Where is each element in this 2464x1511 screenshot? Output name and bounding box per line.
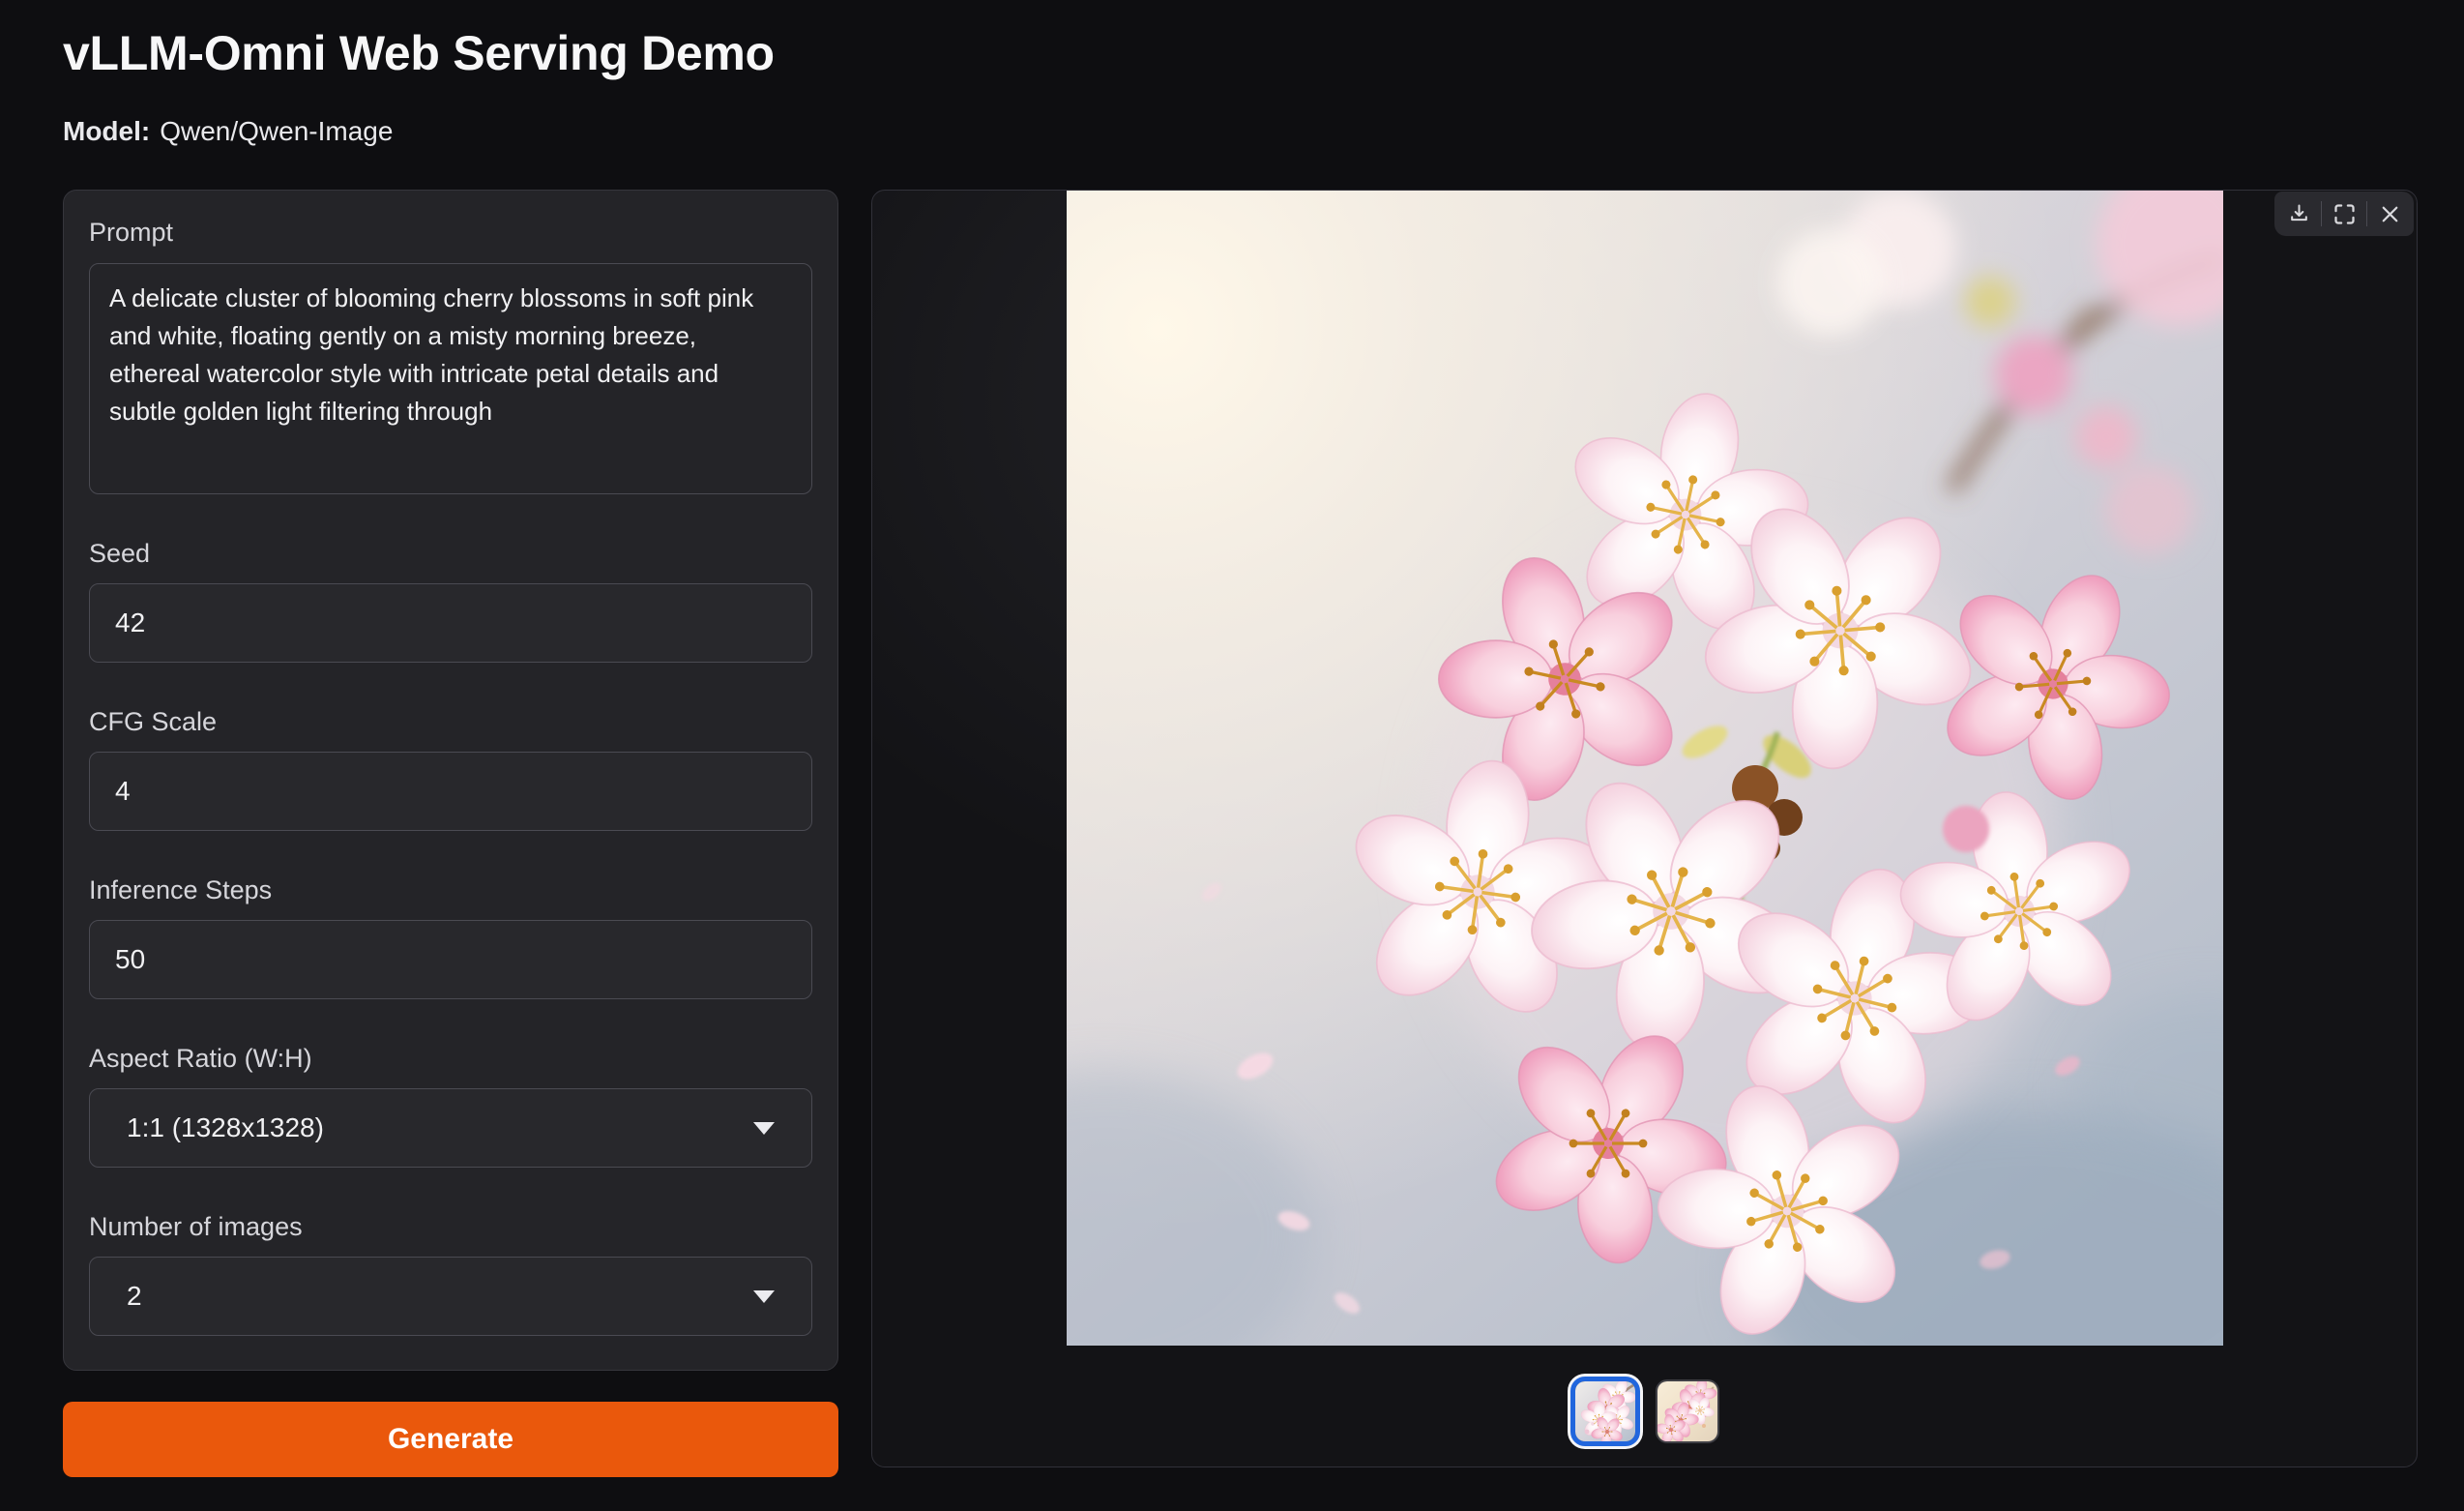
model-label: Model: xyxy=(63,116,150,146)
seed-input[interactable] xyxy=(89,583,812,663)
prompt-input[interactable]: A delicate cluster of blooming cherry bl… xyxy=(89,263,812,494)
gallery-panel xyxy=(871,190,2418,1467)
inference-steps-input[interactable] xyxy=(89,920,812,999)
generated-image[interactable] xyxy=(1067,191,2223,1346)
aspect-ratio-select[interactable]: 1:1 (1328x1328) xyxy=(89,1088,812,1168)
model-value: Qwen/Qwen-Image xyxy=(160,116,393,146)
fullscreen-button[interactable] xyxy=(2322,192,2366,236)
num-images-field: Number of images 2 xyxy=(89,1212,812,1336)
settings-column: Prompt A delicate cluster of blooming ch… xyxy=(63,190,838,1477)
num-images-select[interactable]: 2 xyxy=(89,1257,812,1336)
close-icon xyxy=(2377,201,2403,227)
aspect-ratio-field: Aspect Ratio (W:H) 1:1 (1328x1328) xyxy=(89,1044,812,1168)
num-images-label: Number of images xyxy=(89,1212,812,1242)
inference-steps-label: Inference Steps xyxy=(89,875,812,905)
seed-label: Seed xyxy=(89,539,812,569)
close-button[interactable] xyxy=(2367,192,2412,236)
thumbnail-1[interactable] xyxy=(1570,1377,1640,1446)
inference-steps-field: Inference Steps xyxy=(89,875,812,999)
model-info: Model: Qwen/Qwen-Image xyxy=(63,116,2464,147)
page-title: vLLM-Omni Web Serving Demo xyxy=(63,25,2464,81)
aspect-ratio-label: Aspect Ratio (W:H) xyxy=(89,1044,812,1074)
cfg-scale-label: CFG Scale xyxy=(89,707,812,737)
num-images-value: 2 xyxy=(127,1281,142,1312)
chevron-down-icon xyxy=(753,1122,775,1135)
download-icon xyxy=(2286,201,2312,227)
seed-field: Seed xyxy=(89,539,812,663)
download-button[interactable] xyxy=(2276,192,2321,236)
main-row: Prompt A delicate cluster of blooming ch… xyxy=(63,190,2464,1477)
prompt-label: Prompt xyxy=(89,218,812,248)
gallery-toolbar xyxy=(2274,192,2414,236)
chevron-down-icon xyxy=(753,1290,775,1303)
generate-button[interactable]: Generate xyxy=(63,1402,838,1477)
cfg-scale-input[interactable] xyxy=(89,752,812,831)
thumbnail-2[interactable] xyxy=(1656,1379,1719,1443)
fullscreen-icon xyxy=(2332,201,2358,227)
app-root: vLLM-Omni Web Serving Demo Model: Qwen/Qw… xyxy=(0,0,2464,1477)
aspect-ratio-value: 1:1 (1328x1328) xyxy=(127,1112,324,1143)
settings-panel: Prompt A delicate cluster of blooming ch… xyxy=(63,190,838,1371)
thumbnail-strip xyxy=(872,1377,2417,1446)
cfg-scale-field: CFG Scale xyxy=(89,707,812,831)
